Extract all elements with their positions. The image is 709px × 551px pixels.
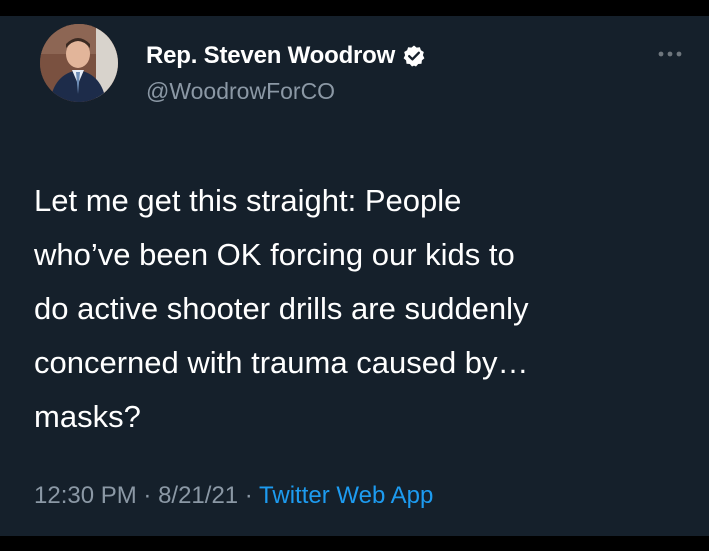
- more-options-icon[interactable]: [655, 46, 685, 62]
- avatar[interactable]: [40, 24, 118, 102]
- tweet-time[interactable]: 12:30 PM: [34, 482, 137, 509]
- meta-separator: ·: [238, 482, 260, 509]
- tweet-source-link[interactable]: Twitter Web App: [259, 482, 433, 509]
- author-handle[interactable]: @WoodrowForCO: [146, 78, 335, 105]
- meta-separator: ·: [136, 482, 159, 509]
- tweet-card: Rep. Steven Woodrow @WoodrowForCO Let me…: [0, 16, 709, 536]
- verified-badge-icon: [402, 44, 426, 68]
- tweet-text: Let me get this straight: People who’ve …: [34, 183, 529, 434]
- tweet-date[interactable]: 8/21/21: [158, 482, 238, 509]
- author-display-name[interactable]: Rep. Steven Woodrow: [146, 42, 395, 70]
- tweet-meta: 12:30 PM · 8/21/21 · Twitter Web App: [34, 482, 433, 510]
- author-name-row: Rep. Steven Woodrow: [146, 42, 426, 70]
